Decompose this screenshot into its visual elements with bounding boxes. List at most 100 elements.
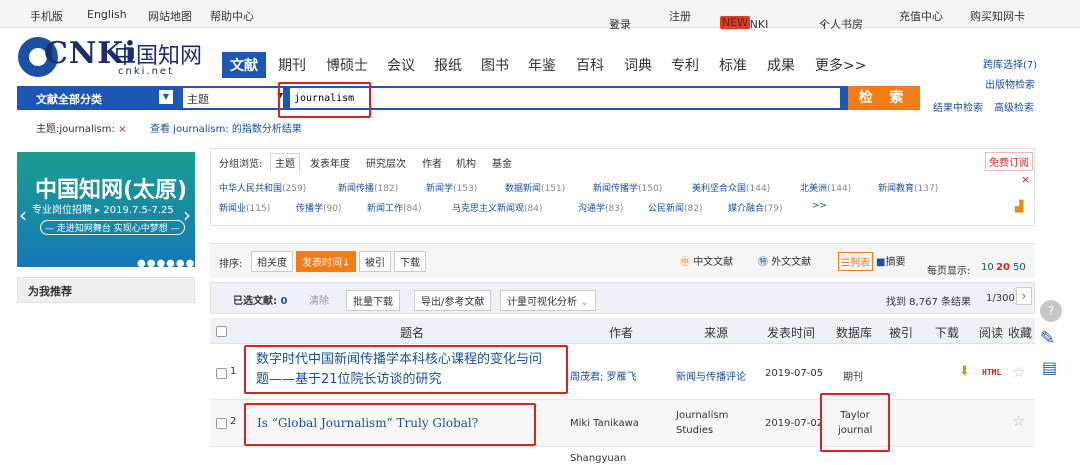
sort-cited[interactable]: 被引 — [359, 251, 391, 272]
download-icon[interactable]: ⬇ — [959, 364, 970, 379]
group-tab-year[interactable]: 发表年度 — [310, 155, 350, 170]
foreign-docs-link[interactable]: ㊕ 外文文献 — [758, 253, 811, 268]
recharge-link[interactable]: 充值中心 — [899, 8, 943, 24]
search-in-results-link[interactable]: 结果中检索 — [933, 99, 983, 114]
group-item[interactable]: 中华人民共和国(259) — [219, 181, 306, 194]
author-link[interactable]: Miki Tanikawa — [570, 418, 639, 429]
tab-yearbooks[interactable]: 年鉴 — [528, 55, 556, 75]
tab-achievements[interactable]: 成果 — [767, 55, 795, 75]
group-item[interactable]: 沟通学(83) — [578, 201, 624, 214]
favorite-star-icon[interactable]: ☆ — [1012, 363, 1025, 381]
mobile-link[interactable]: 手机版 — [30, 8, 63, 24]
chevron-down-icon[interactable]: ▼ — [159, 90, 173, 104]
group-item[interactable]: 公民新闻(82) — [648, 201, 703, 214]
col-read[interactable]: 阅读 — [979, 324, 1003, 341]
abstract-view-toggle[interactable]: ■摘要 — [874, 252, 907, 269]
per-page-20[interactable]: 20 — [996, 262, 1010, 273]
chevron-left-icon[interactable]: ‹ — [19, 203, 27, 227]
buy-card-link[interactable]: 购买知网卡 — [970, 8, 1025, 24]
group-item[interactable]: 马克思主义新闻观(84) — [452, 201, 543, 214]
tab-standards[interactable]: 标准 — [719, 55, 747, 75]
col-favorite[interactable]: 收藏 — [1008, 324, 1032, 341]
tab-patents[interactable]: 专利 — [671, 55, 699, 75]
per-page-10[interactable]: 10 — [981, 262, 994, 273]
chevron-right-icon[interactable]: › — [183, 203, 191, 227]
group-item[interactable]: 新闻传播(182) — [338, 181, 398, 194]
tab-dictionary[interactable]: 词典 — [624, 55, 652, 75]
select-all-checkbox[interactable] — [216, 326, 227, 337]
group-tab-level[interactable]: 研究层次 — [366, 155, 406, 170]
field-select[interactable]: 主题 — [183, 88, 283, 108]
sort-download[interactable]: 下载 — [394, 251, 426, 272]
col-download[interactable]: 下载 — [935, 324, 959, 341]
advanced-search-link[interactable]: 高级检索 — [994, 99, 1034, 114]
close-icon[interactable]: × — [118, 124, 126, 135]
source-link[interactable]: 新闻与传播评论 — [676, 368, 746, 383]
visual-analysis-dropdown[interactable]: 计量可视化分析 ⌄ — [500, 290, 596, 311]
row-checkbox[interactable] — [216, 418, 227, 429]
category-label[interactable]: 文献全部分类 — [36, 91, 102, 107]
per-page-50[interactable]: 50 — [1013, 262, 1026, 273]
html-read-link[interactable]: HTML — [982, 368, 1001, 377]
row-checkbox[interactable] — [216, 368, 227, 379]
col-cited[interactable]: 被引 — [889, 324, 913, 341]
group-item[interactable]: 媒介融合(79) — [728, 201, 783, 214]
group-tab-institution[interactable]: 机构 — [456, 155, 476, 170]
clear-link[interactable]: 清除 — [309, 292, 329, 307]
author-link[interactable]: Shangyuan — [570, 453, 626, 464]
group-item[interactable]: 新闻传播学(150) — [593, 181, 662, 194]
source-link[interactable]: Journalism Studies — [676, 408, 728, 438]
group-item[interactable]: 北美洲(144) — [800, 181, 851, 194]
notes-icon[interactable]: ▤ — [1042, 358, 1057, 377]
next-page-button[interactable]: › — [1016, 287, 1032, 305]
tab-conferences[interactable]: 会议 — [387, 55, 415, 75]
tab-books[interactable]: 图书 — [481, 55, 509, 75]
close-icon[interactable]: × — [1021, 173, 1030, 186]
group-item[interactable]: 新闻业(115) — [219, 201, 270, 214]
search-input[interactable] — [290, 88, 840, 108]
group-item[interactable]: 数据新闻(151) — [505, 181, 565, 194]
publication-search-link[interactable]: 出版物检索 — [985, 76, 1035, 91]
list-view-toggle[interactable]: ☰列表 — [838, 252, 873, 271]
english-link[interactable]: English — [87, 8, 127, 21]
search-button[interactable]: 检 索 — [848, 86, 920, 110]
sort-relevance[interactable]: 相关度 — [251, 251, 293, 272]
chinese-docs-link[interactable]: ㊥ 中文文献 — [680, 253, 733, 268]
subscribe-button[interactable]: 免费订阅 — [985, 152, 1033, 171]
favorite-star-icon[interactable]: ☆ — [1012, 412, 1025, 430]
group-item[interactable]: 美利坚合众国(144) — [692, 181, 770, 194]
tab-journals[interactable]: 期刊 — [278, 55, 306, 75]
group-item[interactable]: 新闻工作(84) — [367, 201, 422, 214]
col-source[interactable]: 来源 — [704, 324, 728, 341]
help-link[interactable]: 帮助中心 — [210, 8, 254, 24]
tab-newspapers[interactable]: 报纸 — [434, 55, 462, 75]
group-tab-topic[interactable]: 主题 — [270, 153, 300, 171]
author-link[interactable]: 周茂君; 罗雁飞 — [570, 368, 637, 383]
sort-date[interactable]: 发表时间↓ — [296, 251, 357, 272]
group-item[interactable]: 新闻教育(137) — [878, 181, 938, 194]
col-author[interactable]: 作者 — [609, 324, 633, 341]
help-question-icon[interactable]: ? — [1040, 300, 1062, 322]
index-analysis-link[interactable]: 查看 journalism: 的指数分析结果 — [150, 120, 302, 135]
chart-icon[interactable]: ▟ — [1015, 200, 1023, 213]
col-date[interactable]: 发表时间 — [767, 324, 815, 341]
pencil-icon[interactable]: ✎ — [1040, 328, 1055, 349]
group-tab-author[interactable]: 作者 — [422, 155, 442, 170]
group-tab-fund[interactable]: 基金 — [492, 155, 512, 170]
export-button[interactable]: 导出/参考文献 — [414, 290, 492, 311]
col-database[interactable]: 数据库 — [836, 324, 872, 341]
tab-more[interactable]: 更多>> — [815, 55, 866, 75]
tab-theses[interactable]: 博硕士 — [326, 55, 368, 75]
carousel-dots[interactable]: ●●●●●● — [137, 258, 195, 269]
register-link[interactable]: 注册 — [669, 8, 691, 24]
group-item[interactable]: 传播学(90) — [296, 201, 342, 214]
sitemap-link[interactable]: 网站地图 — [148, 8, 192, 24]
group-more-link[interactable]: >> — [812, 201, 827, 211]
group-item[interactable]: 新闻学(153) — [426, 181, 477, 194]
batch-download-button[interactable]: 批量下载 — [346, 290, 400, 311]
banner-slogan: — 走进知网舞台 实现心中梦想 — — [40, 220, 185, 235]
tab-literature[interactable]: 文献 — [222, 52, 266, 78]
tab-encyclopedia[interactable]: 百科 — [576, 55, 604, 75]
cross-db-link[interactable]: 跨库选择(7) — [983, 56, 1037, 71]
col-title[interactable]: 题名 — [400, 324, 424, 341]
